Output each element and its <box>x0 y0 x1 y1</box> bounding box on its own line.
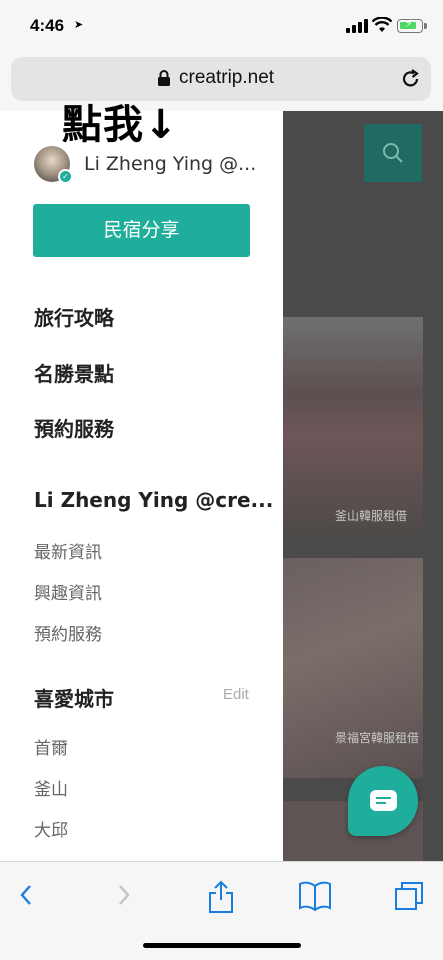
side-drawer: ✓ Li Zheng Ying @... 民宿分享 旅行攻略 名勝景點 預約服務… <box>0 111 283 861</box>
location-arrow-icon: ➤ <box>74 18 84 31</box>
cellular-signal-icon <box>346 19 368 33</box>
chat-icon <box>370 790 397 811</box>
account-item-news[interactable]: 最新資訊 <box>34 538 102 563</box>
edit-favorites-link[interactable]: Edit <box>223 686 249 703</box>
home-indicator <box>143 943 301 948</box>
menu-item-travel-guide[interactable]: 旅行攻略 <box>34 302 114 331</box>
verified-badge-icon: ✓ <box>58 169 73 184</box>
menu-item-attractions[interactable]: 名勝景點 <box>34 358 114 387</box>
account-item-interests[interactable]: 興趣資訊 <box>34 579 102 604</box>
favorite-cities-title: 喜愛城市 <box>34 687 114 711</box>
forward-icon[interactable] <box>114 880 134 910</box>
user-name[interactable]: Li Zheng Ying @... <box>84 153 256 175</box>
card-caption: 景福宮韓服租借 <box>334 731 419 745</box>
chat-button[interactable] <box>348 766 418 836</box>
share-icon[interactable] <box>207 880 235 914</box>
tabs-icon[interactable] <box>393 880 425 912</box>
card-caption: 釜山韓服租借 <box>334 509 407 523</box>
wifi-icon <box>372 17 392 32</box>
battery-icon: ⚡ <box>397 17 427 33</box>
back-icon[interactable] <box>16 880 36 910</box>
city-item-seoul[interactable]: 首爾 <box>34 734 68 759</box>
account-item-booking[interactable]: 預約服務 <box>34 620 102 645</box>
city-item-busan[interactable]: 釜山 <box>34 775 68 800</box>
status-bar: 4:46 ➤ ⚡ <box>0 0 443 52</box>
page-card: 景福宮韓服租借 <box>283 558 423 778</box>
account-section-title[interactable]: Li Zheng Ying @cre... <box>34 488 273 512</box>
status-time: 4:46 <box>30 16 65 35</box>
page-overlay[interactable]: 釜山韓服租借 景福宮韓服租借 <box>283 111 443 861</box>
bookmarks-icon[interactable] <box>298 880 332 912</box>
search-icon <box>383 143 403 163</box>
url-text: creatrip.net <box>179 67 275 88</box>
reload-icon[interactable] <box>400 68 422 90</box>
page-card: 釜山韓服租借 <box>283 317 423 534</box>
page-search-button <box>364 124 422 182</box>
share-homestay-button[interactable]: 民宿分享 <box>33 204 250 257</box>
menu-item-booking[interactable]: 預約服務 <box>34 413 114 442</box>
city-item-daegu[interactable]: 大邱 <box>34 816 68 841</box>
lock-icon <box>158 70 170 86</box>
annotation-tap-here: 點我↓ <box>62 102 179 148</box>
